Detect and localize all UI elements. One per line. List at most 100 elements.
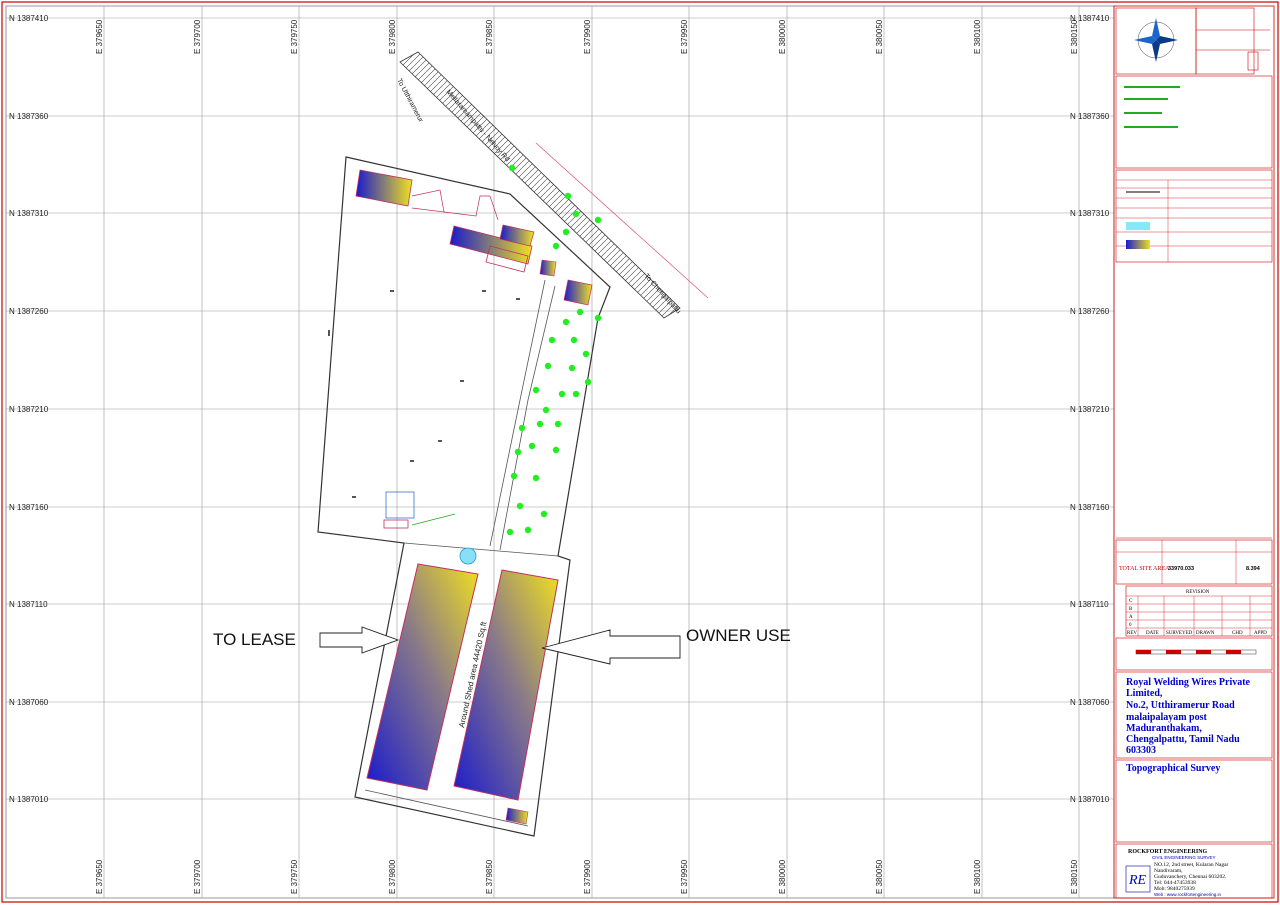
easting-label: E 379950 [680,859,689,894]
tree-icon [542,406,550,414]
tree-icon [528,442,536,450]
easting-label: E 379850 [485,859,494,894]
road: Mellaramampattu - Nelvoy Rd To Utthirame… [395,51,709,319]
easting-label: E 379800 [388,19,397,54]
revision-row: A [1129,615,1133,620]
revision-header: SURVEYED [1166,631,1193,636]
owner-line: No.2, Utthiramerur Road [1126,700,1235,711]
tree-icon [516,502,524,510]
northing-label: N 1387360 [9,112,49,121]
easting-label: E 379800 [388,859,397,894]
northing-labels-left: N 1387410 N 1387360 N 1387310 N 1387260 … [9,14,49,804]
owner-line: malaipalayam post [1126,712,1208,723]
tree-icon [508,164,516,172]
owner-line: Limited, [1126,688,1163,699]
scale-bar [1135,649,1257,655]
tree-icon [570,336,578,344]
svg-text:RE: RE [1128,873,1147,888]
to-lease-arrow [319,626,400,654]
to-lease-label: TO LEASE [213,630,296,649]
northing-label: N 1387260 [1070,307,1110,316]
easting-label: E 379650 [95,859,104,894]
revision-row: C [1129,599,1133,604]
northing-label: N 1387160 [1070,503,1110,512]
owner-use-label: OWNER USE [686,626,791,645]
total-site-area-label: TOTAL SITE AREA [1119,566,1170,572]
tree-icon [562,318,570,326]
road-name-label: Mellaramampattu - Nelvoy Rd [444,89,510,164]
tree-icon [518,424,526,432]
easting-label: E 380150 [1070,19,1079,54]
total-site-area-acres: 8.394 [1246,566,1261,572]
map-frame [5,5,1115,899]
revision-row: 0 [1129,623,1132,628]
northing-label: N 1387260 [9,307,49,316]
tree-icon [558,390,566,398]
revision-header: APPD [1254,631,1267,636]
northing-label: N 1387310 [9,209,49,218]
northing-label: N 1387110 [1070,600,1109,609]
tree-icon [576,308,584,316]
survey-drawing-sheet: E 379650 E 379700 E 379750 E 379800 E 37… [1,1,1279,903]
owner-use-annotation: OWNER USE [541,626,791,665]
easting-label: E 380100 [973,19,982,54]
tree-icon [572,390,580,398]
revision-header: DRAWN [1196,631,1215,636]
tree-icon [548,336,556,344]
tree-icon [536,420,544,428]
northing-label: N 1387210 [1070,405,1110,414]
company-address-line: Web : www.rockfortengineering.in [1154,892,1221,897]
northing-label: N 1387410 [1070,14,1110,23]
owner-line: Royal Welding Wires Private [1126,677,1251,688]
tree-icon [552,446,560,454]
owner-line: Maduranthakam, [1126,723,1202,734]
tree-icon [506,528,514,536]
tree-icon [582,350,590,358]
northing-label: N 1387010 [1070,795,1110,804]
northing-label: N 1387060 [1070,698,1110,707]
easting-label: E 379850 [485,19,494,54]
revision-label: REVISION [1186,590,1210,595]
tree-icon [510,472,518,480]
easting-label: E 379950 [680,19,689,54]
tree-icon [584,378,592,386]
revision-header: CHD [1232,631,1243,636]
site-paths [411,189,499,221]
northing-label: N 1387010 [9,795,49,804]
site-boundary [317,156,611,837]
easting-label: E 380100 [973,859,982,894]
northing-label: N 1387360 [1070,112,1110,121]
easting-label: E 379750 [290,19,299,54]
easting-label: E 380150 [1070,859,1079,894]
north-arrow-icon [1134,18,1178,62]
total-site-area-sqft: 33970.033 [1168,566,1194,572]
notes-lines [1124,86,1180,128]
tree-icon [564,192,572,200]
easting-label: E 379700 [193,859,202,894]
easting-label: E 380050 [875,859,884,894]
tree-icon [594,314,602,322]
owner-use-arrow [541,629,681,665]
easting-label: E 380050 [875,19,884,54]
large-sheds: Around Shed area 44420 Sq.ft [366,563,559,801]
northing-label: N 1387110 [9,600,48,609]
northing-label: N 1387410 [9,14,49,23]
easting-label: E 379900 [583,859,592,894]
northing-label: N 1387060 [9,698,49,707]
to-lease-annotation: TO LEASE [213,626,400,654]
revision-header: REV [1127,631,1137,636]
grid-lines [6,6,1114,898]
drawing-title: Topographical Survey [1126,763,1220,774]
title-block: TOTAL SITE AREA 33970.033 8.394 REVISION… [1113,5,1275,899]
tree-icon [554,420,562,428]
northing-label: N 1387310 [1070,209,1110,218]
northing-labels-right: N 1387410 N 1387360 N 1387310 N 1387260 … [1070,14,1110,804]
revision-header: DATE [1146,631,1159,636]
tree-icon [532,386,540,394]
easting-labels-top: E 379650 E 379700 E 379750 E 379800 E 37… [95,19,1079,54]
easting-label: E 379750 [290,859,299,894]
revision-row: B [1129,607,1133,612]
survey-marks [328,290,520,498]
tree-icon [524,526,532,534]
tree-icon [540,510,548,518]
